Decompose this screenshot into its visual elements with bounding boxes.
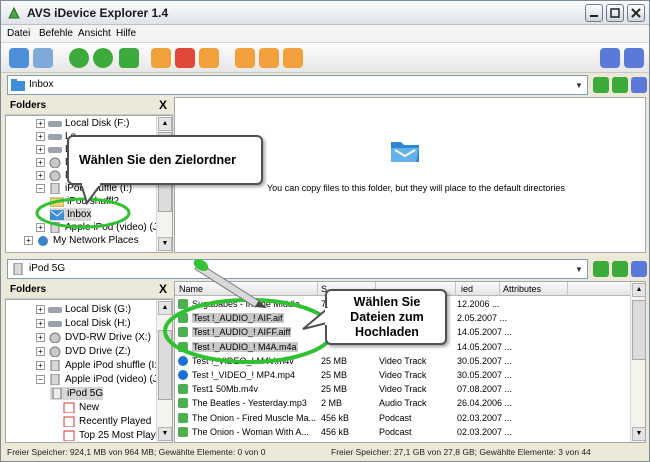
callout-upload-files: Wählen Sie Dateien zum Hochladen: [325, 289, 447, 345]
callout-target-text: Wählen Sie den Zielordner: [79, 153, 236, 167]
callout-upload-text: Wählen Sie Dateien zum Hochladen: [350, 295, 424, 339]
app-window: AVS iDevice Explorer 1.4 Datei Befehle A…: [0, 0, 650, 462]
callout-target-pointer: [79, 183, 103, 205]
annotation-overlay: [35, 197, 335, 364]
callout-upload-pointer: [302, 307, 329, 330]
callout-target-folder: Wählen Sie den Zielordner: [67, 135, 263, 185]
